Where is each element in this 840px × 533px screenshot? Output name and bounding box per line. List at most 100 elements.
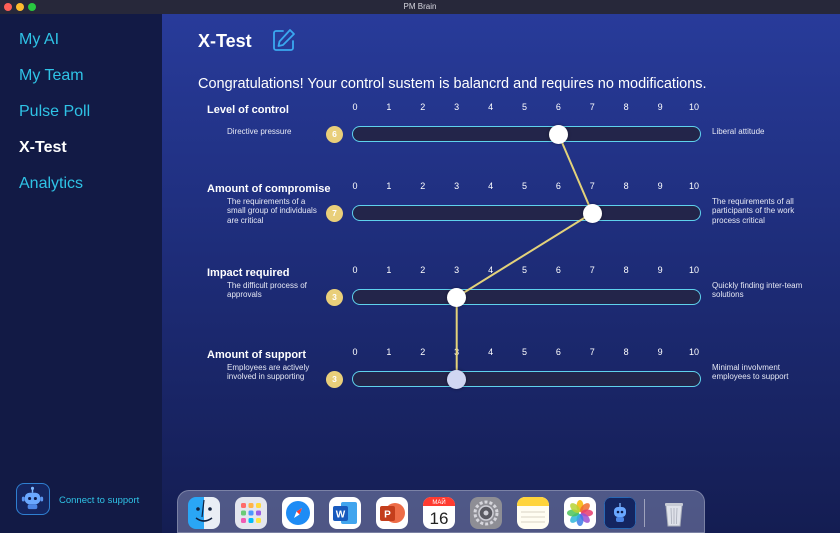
scale-tick-label: 3	[454, 102, 460, 112]
scale-tick-label: 6	[555, 102, 561, 112]
scale-right-label: Quickly finding inter-team solutions	[712, 280, 803, 300]
scale-tick-label: 4	[488, 181, 494, 191]
scale-tick-label: 7	[589, 181, 595, 191]
connector-polyline	[455, 133, 594, 379]
sidebar: My AI My Team Pulse Poll X-Test Analytic…	[0, 14, 162, 533]
scale-tick-label: 5	[521, 265, 527, 275]
scale-tick-label: 6	[555, 181, 561, 191]
value-badge: 3	[326, 371, 343, 388]
section-title: Level of control	[207, 104, 289, 116]
dock: W P МАЙ 16	[177, 490, 705, 533]
section-title: Amount of compromise	[207, 183, 331, 195]
scale-tick-label: 10	[688, 181, 699, 191]
slider-knob[interactable]	[447, 287, 467, 307]
value-badge: 6	[326, 126, 343, 143]
scale-tick-label: 9	[657, 265, 663, 275]
scale-tick-label: 5	[521, 347, 527, 357]
scale-tick-label: 8	[623, 265, 629, 275]
section-title: Impact required	[207, 267, 290, 279]
calendar-month: МАЙ	[432, 498, 445, 506]
main-panel: X-Test Congratulations! Your control sus…	[162, 14, 840, 533]
scale-left-label: Employees are actively involved in suppo…	[227, 362, 310, 382]
dock-separator	[644, 499, 645, 527]
sidebar-item-pulse-poll[interactable]: Pulse Poll	[19, 103, 90, 121]
slider-track[interactable]	[352, 289, 701, 305]
edit-icon[interactable]	[271, 27, 297, 53]
value-badge: 3	[326, 289, 343, 306]
scale-left-label: The requirements of a small group of ind…	[227, 196, 317, 225]
scale-tick-label: 8	[623, 102, 629, 112]
scale-tick-label: 6	[555, 265, 561, 275]
system-settings-icon[interactable]	[470, 497, 502, 529]
scale-tick-label: 3	[454, 265, 460, 275]
scale-tick-label: 7	[589, 102, 595, 112]
photos-icon[interactable]	[564, 497, 596, 529]
powerpoint-letter: P	[384, 510, 391, 521]
scale-tick-label: 1	[386, 181, 392, 191]
robot-icon[interactable]	[16, 483, 50, 515]
launchpad-icon[interactable]	[235, 497, 267, 529]
scale-left-label: The difficult process of approvals	[227, 280, 307, 300]
scale-right-label: Liberal attitude	[712, 127, 765, 137]
scale-tick-label: 8	[623, 181, 629, 191]
slider-knob[interactable]	[447, 369, 467, 389]
calendar-day: 16	[430, 509, 449, 528]
scale-tick-label: 6	[555, 347, 561, 357]
scale-tick-label: 10	[688, 102, 699, 112]
scale-tick-label: 0	[352, 181, 358, 191]
trash-icon[interactable]	[658, 497, 690, 529]
connect-to-support-link[interactable]: Connect to support	[59, 495, 139, 506]
scale-tick-label: 0	[352, 347, 358, 357]
scale-tick-label: 4	[488, 102, 494, 112]
sidebar-item-my-team[interactable]: My Team	[19, 67, 84, 85]
powerpoint-icon[interactable]: P	[376, 497, 408, 529]
scale-tick-label: 7	[589, 347, 595, 357]
scale-tick-label: 8	[623, 347, 629, 357]
scale-right-label: The requirements of all participants of …	[712, 196, 795, 225]
sidebar-item-x-test[interactable]: X-Test	[19, 139, 67, 157]
scale-tick-label: 4	[488, 347, 494, 357]
scale-tick-label: 5	[521, 102, 527, 112]
result-message: Congratulations! Your control sustem is …	[198, 76, 707, 92]
scale-tick-label: 0	[352, 265, 358, 275]
calendar-icon[interactable]: МАЙ 16	[423, 497, 455, 529]
scale-tick-label: 2	[420, 347, 426, 357]
scale-tick-label: 3	[454, 181, 460, 191]
safari-icon[interactable]	[282, 497, 314, 529]
sidebar-item-my-ai[interactable]: My AI	[19, 31, 59, 49]
scale-tick-label: 9	[657, 347, 663, 357]
section-title: Amount of support	[207, 349, 306, 361]
value-badge: 7	[326, 205, 343, 222]
title-bar: PM Brain	[0, 0, 840, 14]
scale-tick-label: 7	[589, 265, 595, 275]
slider-track[interactable]	[352, 126, 701, 142]
page-title: X-Test	[198, 31, 252, 51]
scale-left-label: Directive pressure	[227, 127, 292, 137]
scale-tick-label: 5	[521, 181, 527, 191]
scale-tick-label: 4	[488, 265, 494, 275]
slider-knob[interactable]	[548, 124, 568, 144]
scale-tick-label: 1	[386, 347, 392, 357]
scale-tick-label: 0	[352, 102, 358, 112]
sidebar-item-analytics[interactable]: Analytics	[19, 175, 83, 193]
notes-icon[interactable]	[517, 497, 549, 529]
scale-tick-label: 9	[657, 181, 663, 191]
scale-tick-label: 10	[688, 265, 699, 275]
window-title: PM Brain	[403, 2, 437, 11]
slider-track[interactable]	[352, 371, 701, 387]
scale-tick-label: 2	[420, 181, 426, 191]
scale-right-label: Minimal involvment employees to support	[712, 362, 789, 382]
scale-tick-label: 2	[420, 102, 426, 112]
word-icon[interactable]: W	[329, 497, 361, 529]
pm-brain-icon[interactable]	[604, 497, 636, 529]
scale-tick-label: 3	[454, 347, 460, 357]
finder-icon[interactable]	[188, 497, 220, 529]
slider-knob[interactable]	[582, 203, 602, 223]
scale-tick-label: 10	[688, 347, 699, 357]
scale-tick-label: 2	[420, 265, 426, 275]
slider-track[interactable]	[352, 205, 701, 221]
scale-tick-label: 9	[657, 102, 663, 112]
scale-tick-label: 1	[386, 265, 392, 275]
scale-tick-label: 1	[386, 102, 392, 112]
word-letter: W	[336, 510, 346, 521]
